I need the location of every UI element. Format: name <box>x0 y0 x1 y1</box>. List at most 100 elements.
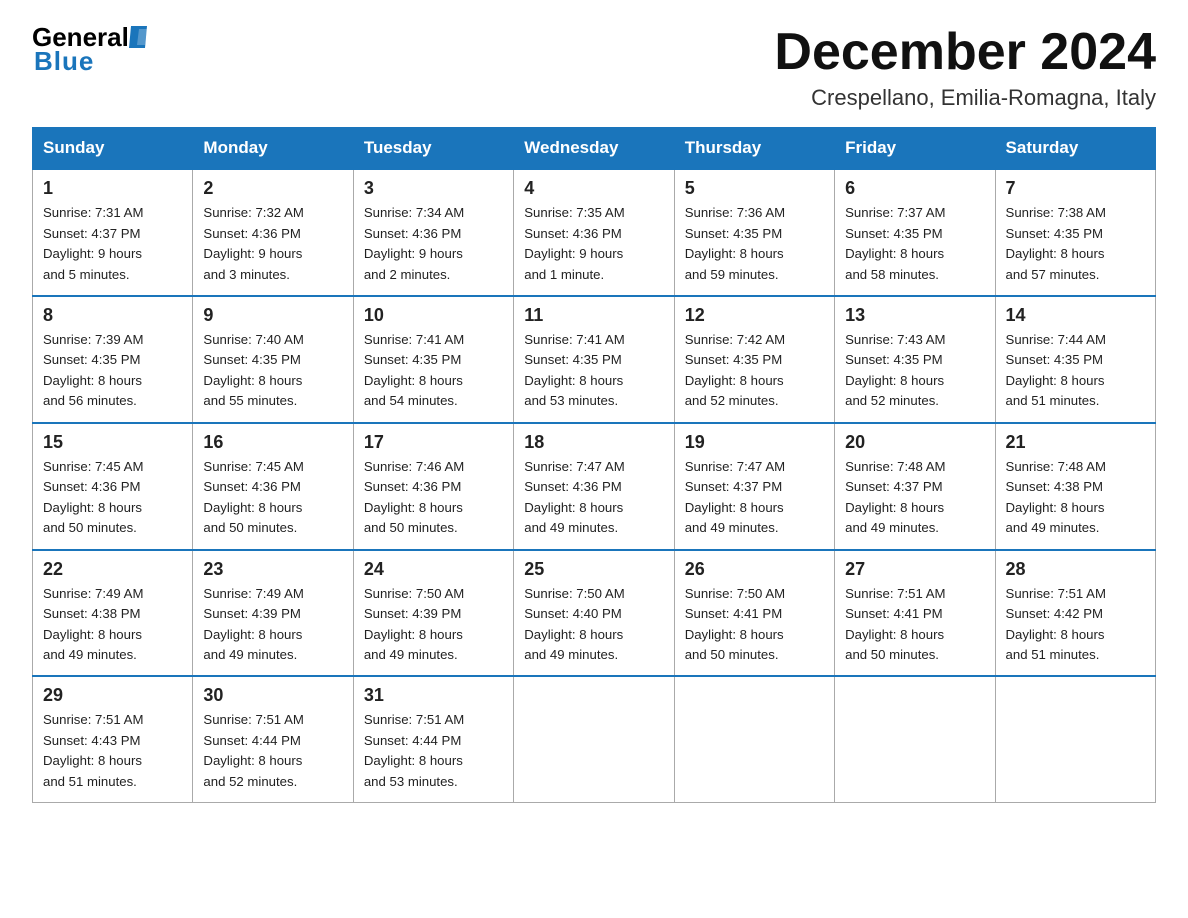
day-cell-30: 30Sunrise: 7:51 AMSunset: 4:44 PMDayligh… <box>193 676 353 802</box>
sunrise-text: Sunrise: 7:51 AM <box>43 712 143 727</box>
day-cell-8: 8Sunrise: 7:39 AMSunset: 4:35 PMDaylight… <box>33 296 193 423</box>
daylight-text: Daylight: 8 hours <box>685 373 784 388</box>
sunset-text: Sunset: 4:35 PM <box>845 226 943 241</box>
day-number: 13 <box>845 305 984 326</box>
sunrise-text: Sunrise: 7:40 AM <box>203 332 303 347</box>
sunrise-text: Sunrise: 7:38 AM <box>1006 205 1106 220</box>
day-number: 21 <box>1006 432 1145 453</box>
day-cell-17: 17Sunrise: 7:46 AMSunset: 4:36 PMDayligh… <box>353 423 513 550</box>
day-info: Sunrise: 7:50 AMSunset: 4:39 PMDaylight:… <box>364 584 503 666</box>
sunset-text: Sunset: 4:37 PM <box>43 226 141 241</box>
day-number: 10 <box>364 305 503 326</box>
sunrise-text: Sunrise: 7:41 AM <box>524 332 624 347</box>
daylight-text: Daylight: 8 hours <box>685 500 784 515</box>
day-cell-3: 3Sunrise: 7:34 AMSunset: 4:36 PMDaylight… <box>353 169 513 296</box>
daylight-text: Daylight: 8 hours <box>43 753 142 768</box>
sunset-text: Sunset: 4:36 PM <box>203 479 301 494</box>
day-info: Sunrise: 7:45 AMSunset: 4:36 PMDaylight:… <box>203 457 342 539</box>
day-number: 7 <box>1006 178 1145 199</box>
daylight-text: Daylight: 9 hours <box>43 246 142 261</box>
day-cell-22: 22Sunrise: 7:49 AMSunset: 4:38 PMDayligh… <box>33 550 193 677</box>
day-cell-1: 1Sunrise: 7:31 AMSunset: 4:37 PMDaylight… <box>33 169 193 296</box>
daylight-text: Daylight: 8 hours <box>203 500 302 515</box>
days-header-row: SundayMondayTuesdayWednesdayThursdayFrid… <box>33 128 1156 170</box>
title-area: December 2024 Crespellano, Emilia-Romagn… <box>774 24 1156 111</box>
day-number: 23 <box>203 559 342 580</box>
sunset-text: Sunset: 4:35 PM <box>1006 352 1104 367</box>
sunset-text: Sunset: 4:35 PM <box>1006 226 1104 241</box>
day-cell-4: 4Sunrise: 7:35 AMSunset: 4:36 PMDaylight… <box>514 169 674 296</box>
day-info: Sunrise: 7:47 AMSunset: 4:36 PMDaylight:… <box>524 457 663 539</box>
sunrise-text: Sunrise: 7:34 AM <box>364 205 464 220</box>
day-info: Sunrise: 7:42 AMSunset: 4:35 PMDaylight:… <box>685 330 824 412</box>
sunset-text: Sunset: 4:39 PM <box>203 606 301 621</box>
sunrise-text: Sunrise: 7:47 AM <box>685 459 785 474</box>
day-info: Sunrise: 7:44 AMSunset: 4:35 PMDaylight:… <box>1006 330 1145 412</box>
sunrise-text: Sunrise: 7:36 AM <box>685 205 785 220</box>
daylight-minutes: and 49 minutes. <box>845 520 939 535</box>
day-cell-29: 29 Sunrise: 7:51 AMSunset: 4:43 PMDayligh… <box>33 676 193 802</box>
sunset-text: Sunset: 4:36 PM <box>203 226 301 241</box>
daylight-minutes: and 53 minutes. <box>524 393 618 408</box>
week-row-3: 15Sunrise: 7:45 AMSunset: 4:36 PMDayligh… <box>33 423 1156 550</box>
day-cell-26: 26Sunrise: 7:50 AMSunset: 4:41 PMDayligh… <box>674 550 834 677</box>
day-number: 8 <box>43 305 182 326</box>
daylight-minutes: and 49 minutes. <box>685 520 779 535</box>
daylight-text: Daylight: 8 hours <box>1006 627 1105 642</box>
day-number: 26 <box>685 559 824 580</box>
daylight-minutes: and 52 minutes. <box>203 774 297 789</box>
sunset-text: Sunset: 4:35 PM <box>685 226 783 241</box>
empty-cell <box>674 676 834 802</box>
daylight-text: Daylight: 8 hours <box>685 246 784 261</box>
day-cell-31: 31Sunrise: 7:51 AMSunset: 4:44 PMDayligh… <box>353 676 513 802</box>
daylight-text: Daylight: 8 hours <box>1006 246 1105 261</box>
sunrise-text: Sunrise: 7:44 AM <box>1006 332 1106 347</box>
sunrise-text: Sunrise: 7:48 AM <box>845 459 945 474</box>
day-cell-28: 28Sunrise: 7:51 AMSunset: 4:42 PMDayligh… <box>995 550 1155 677</box>
day-cell-2: 2Sunrise: 7:32 AMSunset: 4:36 PMDaylight… <box>193 169 353 296</box>
sunrise-text: Sunrise: 7:37 AM <box>845 205 945 220</box>
day-number: 4 <box>524 178 663 199</box>
logo-blue: Blue <box>34 46 94 77</box>
day-number: 29 <box>43 685 182 706</box>
daylight-text: Daylight: 8 hours <box>364 627 463 642</box>
sunset-text: Sunset: 4:38 PM <box>43 606 141 621</box>
sunset-text: Sunset: 4:35 PM <box>524 352 622 367</box>
sunset-text: Sunset: 4:35 PM <box>845 352 943 367</box>
sunrise-text: Sunrise: 7:48 AM <box>1006 459 1106 474</box>
day-info: Sunrise: 7:46 AMSunset: 4:36 PMDaylight:… <box>364 457 503 539</box>
day-info: Sunrise: 7:43 AM Sunset: 4:35 PM Daylight:… <box>845 330 984 412</box>
daylight-minutes: and 57 minutes. <box>1006 267 1100 282</box>
daylight-text: Daylight: 8 hours <box>1006 500 1105 515</box>
day-info: Sunrise: 7:31 AM Sunset: 4:37 PM Daylight:… <box>43 203 182 285</box>
day-info: Sunrise: 7:36 AM Sunset: 4:35 PM Daylight:… <box>685 203 824 285</box>
day-cell-19: 19Sunrise: 7:47 AMSunset: 4:37 PMDayligh… <box>674 423 834 550</box>
col-header-saturday: Saturday <box>995 128 1155 170</box>
day-cell-9: 9Sunrise: 7:40 AMSunset: 4:35 PMDaylight… <box>193 296 353 423</box>
day-info: Sunrise: 7:48 AMSunset: 4:38 PMDaylight:… <box>1006 457 1145 539</box>
sunrise-text: Sunrise: 7:43 AM <box>845 332 945 347</box>
day-info: Sunrise: 7:38 AM Sunset: 4:35 PM Daylight:… <box>1006 203 1145 285</box>
col-header-friday: Friday <box>835 128 995 170</box>
day-info: Sunrise: 7:49 AMSunset: 4:39 PMDaylight:… <box>203 584 342 666</box>
daylight-text: Daylight: 8 hours <box>524 500 623 515</box>
day-number: 20 <box>845 432 984 453</box>
empty-cell <box>514 676 674 802</box>
sunrise-text: Sunrise: 7:31 AM <box>43 205 143 220</box>
daylight-text: Daylight: 9 hours <box>364 246 463 261</box>
sunset-text: Sunset: 4:35 PM <box>685 352 783 367</box>
day-info: Sunrise: 7:51 AMSunset: 4:41 PMDaylight:… <box>845 584 984 666</box>
daylight-text: Daylight: 8 hours <box>524 373 623 388</box>
week-row-1: 1Sunrise: 7:31 AMSunset: 4:37 PMDaylight… <box>33 169 1156 296</box>
daylight-text: Daylight: 8 hours <box>43 373 142 388</box>
daylight-text: Daylight: 8 hours <box>845 500 944 515</box>
sunset-text: Sunset: 4:36 PM <box>524 226 622 241</box>
daylight-text: Daylight: 8 hours <box>203 373 302 388</box>
day-cell-10: 10Sunrise: 7:41 AMSunset: 4:35 PMDayligh… <box>353 296 513 423</box>
day-number: 11 <box>524 305 663 326</box>
daylight-minutes: and 51 minutes. <box>1006 393 1100 408</box>
daylight-text: Daylight: 8 hours <box>845 373 944 388</box>
daylight-minutes: and 49 minutes. <box>364 647 458 662</box>
daylight-text: Daylight: 8 hours <box>364 500 463 515</box>
day-info: Sunrise: 7:51 AMSunset: 4:43 PMDaylight:… <box>43 710 182 792</box>
